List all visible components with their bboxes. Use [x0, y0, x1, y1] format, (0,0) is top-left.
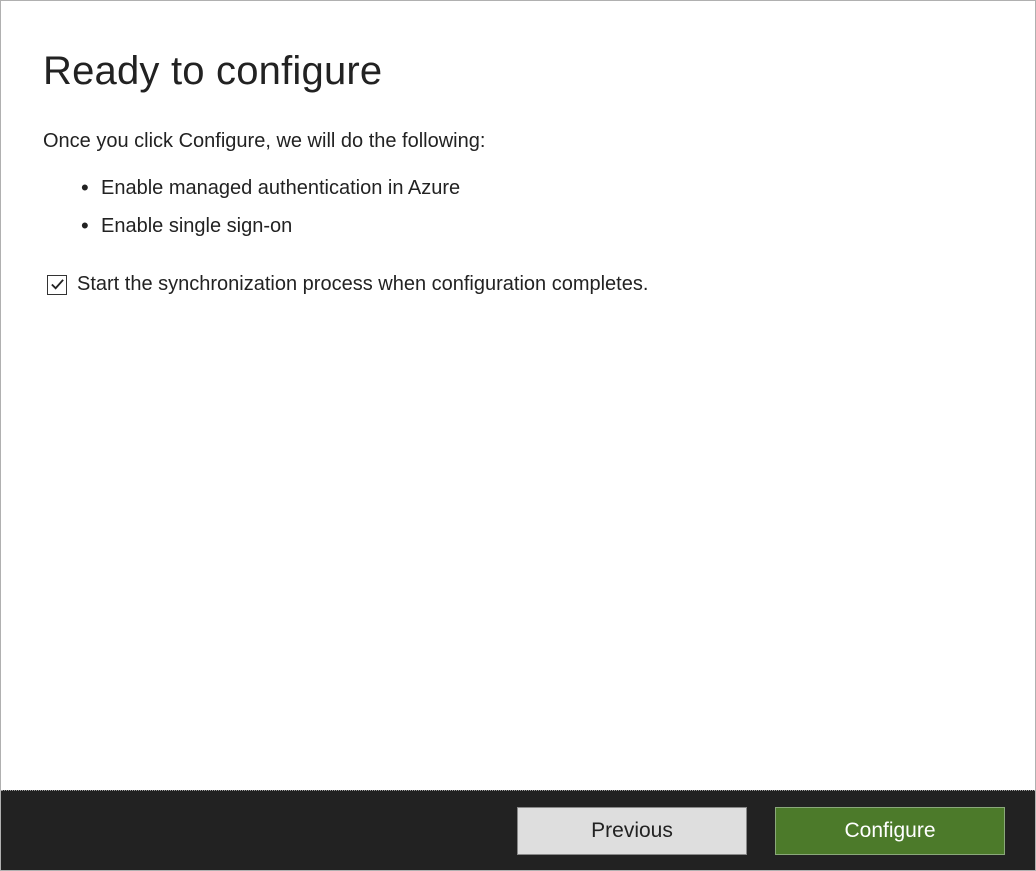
task-list: Enable managed authentication in Azure E…: [43, 169, 993, 245]
start-sync-label: Start the synchronization process when c…: [77, 273, 648, 296]
intro-text: Once you click Configure, we will do the…: [43, 130, 993, 153]
page-title: Ready to configure: [43, 49, 993, 94]
list-item: Enable single sign-on: [85, 207, 993, 245]
list-item: Enable managed authentication in Azure: [85, 169, 993, 207]
configure-button[interactable]: Configure: [775, 807, 1005, 855]
previous-button[interactable]: Previous: [517, 807, 747, 855]
checkbox-row: Start the synchronization process when c…: [47, 273, 993, 296]
footer-bar: Previous Configure: [1, 790, 1035, 870]
start-sync-checkbox[interactable]: [47, 275, 67, 295]
main-content: Ready to configure Once you click Config…: [1, 1, 1035, 790]
check-icon: [50, 277, 65, 292]
